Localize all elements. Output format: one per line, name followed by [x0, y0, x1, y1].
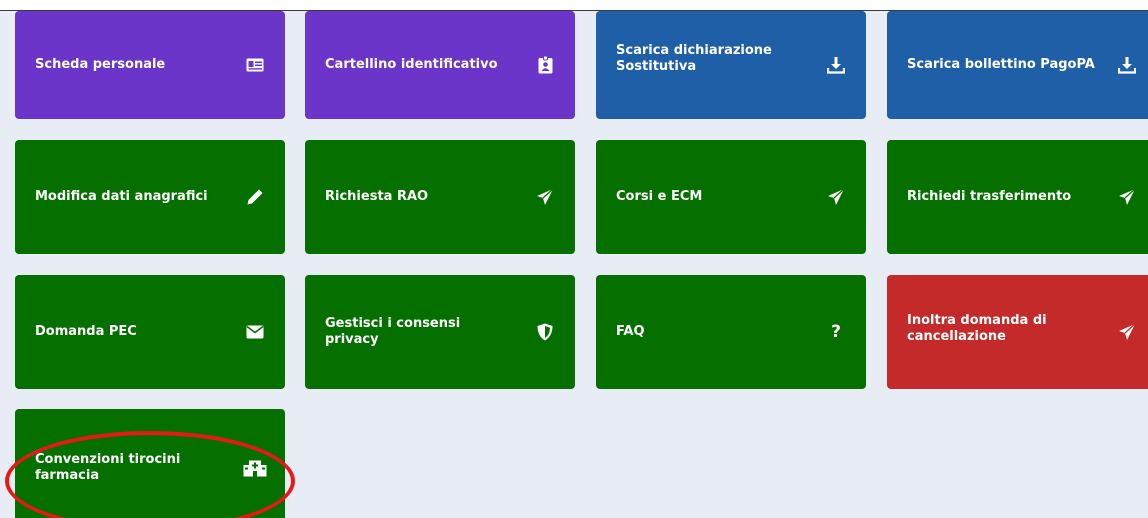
tile-richiesta-rao[interactable]: Richiesta RAO: [305, 140, 575, 254]
send-icon: [535, 187, 555, 207]
tile-label: Scarica dichiarazione Sostitutiva: [616, 43, 772, 74]
tile-faq[interactable]: FAQ ?: [596, 275, 866, 389]
tile-label: Inoltra domanda di cancellazione: [907, 313, 1047, 344]
pencil-icon: [245, 187, 265, 207]
tile-inoltra-cancellazione[interactable]: Inoltra domanda di cancellazione: [887, 275, 1148, 389]
tile-label: Convenzioni tirocini farmacia: [35, 452, 181, 483]
tile-label: Richiesta RAO: [325, 189, 429, 204]
tile-domanda-pec[interactable]: Domanda PEC: [15, 275, 285, 389]
send-icon: [1117, 187, 1137, 207]
tile-convenzioni-tirocini[interactable]: Convenzioni tirocini farmacia: [15, 409, 285, 518]
tile-scarica-dichiarazione[interactable]: Scarica dichiarazione Sostitutiva: [596, 11, 866, 119]
shield-icon: [535, 322, 555, 342]
send-icon: [826, 187, 846, 207]
download-icon: [826, 55, 846, 75]
tile-scarica-bollettino[interactable]: Scarica bollettino PagoPA: [887, 11, 1148, 119]
tile-label: Gestisci i consensi privacy: [325, 316, 461, 347]
send-icon: [1117, 322, 1137, 342]
tile-label: Modifica dati anagrafici: [35, 189, 208, 204]
tile-label: Domanda PEC: [35, 324, 137, 339]
question-icon: ?: [831, 322, 841, 342]
tile-label: FAQ: [616, 324, 645, 339]
hospital-icon: [243, 458, 267, 478]
tile-label: Scheda personale: [35, 57, 166, 72]
tile-label: Corsi e ECM: [616, 189, 703, 204]
tile-cartellino-identificativo[interactable]: Cartellino identificativo: [305, 11, 575, 119]
tile-scheda-personale[interactable]: Scheda personale: [15, 11, 285, 119]
envelope-icon: [245, 322, 265, 342]
tile-label: Richiedi trasferimento: [907, 189, 1072, 204]
tile-label: Scarica bollettino PagoPA: [907, 57, 1095, 72]
download-icon: [1117, 55, 1137, 75]
tile-richiedi-trasferimento[interactable]: Richiedi trasferimento: [887, 140, 1148, 254]
tile-gestisci-consensi[interactable]: Gestisci i consensi privacy: [305, 275, 575, 389]
badge-icon: [535, 55, 555, 75]
tile-modifica-dati[interactable]: Modifica dati anagrafici: [15, 140, 285, 254]
tile-corsi-ecm[interactable]: Corsi e ECM: [596, 140, 866, 254]
id-card-icon: [245, 55, 265, 75]
tile-label: Cartellino identificativo: [325, 57, 498, 72]
services-grid: Scheda personale Cartellino identificati…: [0, 10, 1148, 518]
